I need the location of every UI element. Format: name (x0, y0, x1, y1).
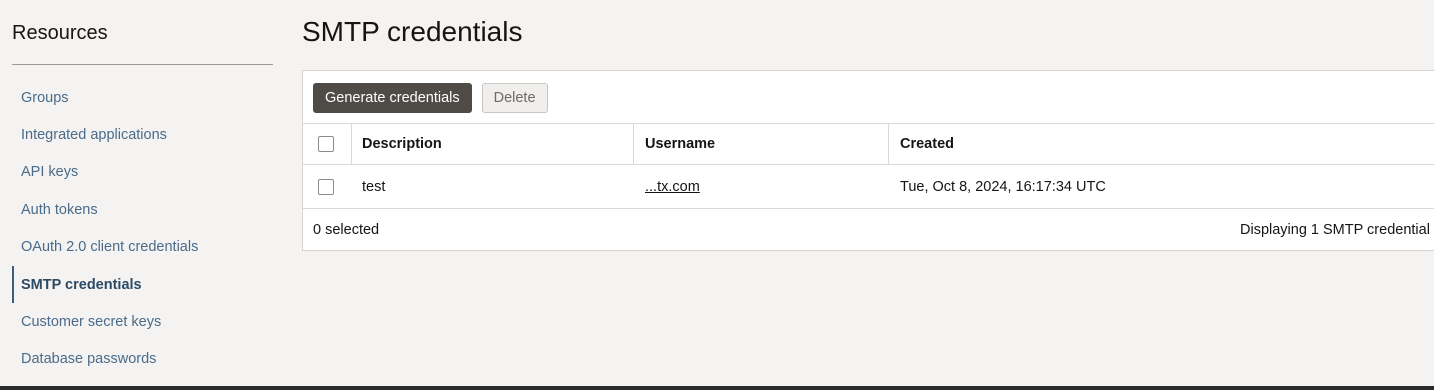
row-username-cell: ...tx.com (645, 165, 700, 208)
sidebar-item-api-keys[interactable]: API keys (12, 154, 282, 191)
sidebar-divider (12, 64, 273, 65)
page-title: SMTP credentials (302, 16, 523, 47)
selected-count: 0 selected (313, 222, 380, 238)
column-header-created[interactable]: Created (900, 124, 954, 164)
sidebar-item-auth-tokens[interactable]: Auth tokens (12, 191, 282, 228)
table-row: test ...tx.com Tue, Oct 8, 2024, 16:17:3… (303, 165, 1434, 209)
table-footer: 0 selected Displaying 1 SMTP credential (303, 209, 1434, 251)
sidebar-nav: Groups Integrated applications API keys … (12, 79, 282, 378)
row-created: Tue, Oct 8, 2024, 16:17:34 UTC (900, 178, 1106, 195)
table-toolbar: Generate credentials Delete (313, 83, 548, 113)
column-divider (351, 124, 352, 164)
generate-credentials-button[interactable]: Generate credentials (313, 83, 472, 113)
column-divider (633, 124, 634, 164)
select-all-cell (318, 124, 334, 164)
sidebar-item-customer-secret-keys[interactable]: Customer secret keys (12, 303, 282, 340)
row-description: test (362, 178, 386, 195)
column-header-description[interactable]: Description (362, 124, 442, 164)
window-bottom-edge (0, 386, 1434, 390)
sidebar-item-groups[interactable]: Groups (12, 79, 282, 116)
column-divider (888, 124, 889, 164)
row-checkbox[interactable] (318, 178, 334, 195)
table-header: Description Username Created (303, 123, 1434, 165)
sidebar-item-integrated-applications[interactable]: Integrated applications (12, 116, 282, 153)
sidebar-item-smtp-credentials[interactable]: SMTP credentials (12, 265, 282, 304)
select-all-checkbox[interactable] (318, 136, 334, 152)
delete-button[interactable]: Delete (481, 83, 548, 113)
display-count: Displaying 1 SMTP credential (1240, 222, 1430, 238)
column-header-username[interactable]: Username (645, 124, 715, 164)
row-username-link[interactable]: ...tx.com (645, 179, 700, 195)
row-select-cell (318, 165, 334, 208)
sidebar-item-database-passwords[interactable]: Database passwords (12, 341, 282, 378)
sidebar-title: Resources (12, 22, 108, 44)
sidebar-item-oauth-client-credentials[interactable]: OAuth 2.0 client credentials (12, 229, 282, 266)
credentials-table-panel: Generate credentials Delete Description … (302, 70, 1434, 251)
resources-sidebar: Resources Groups Integrated applications… (0, 0, 290, 386)
